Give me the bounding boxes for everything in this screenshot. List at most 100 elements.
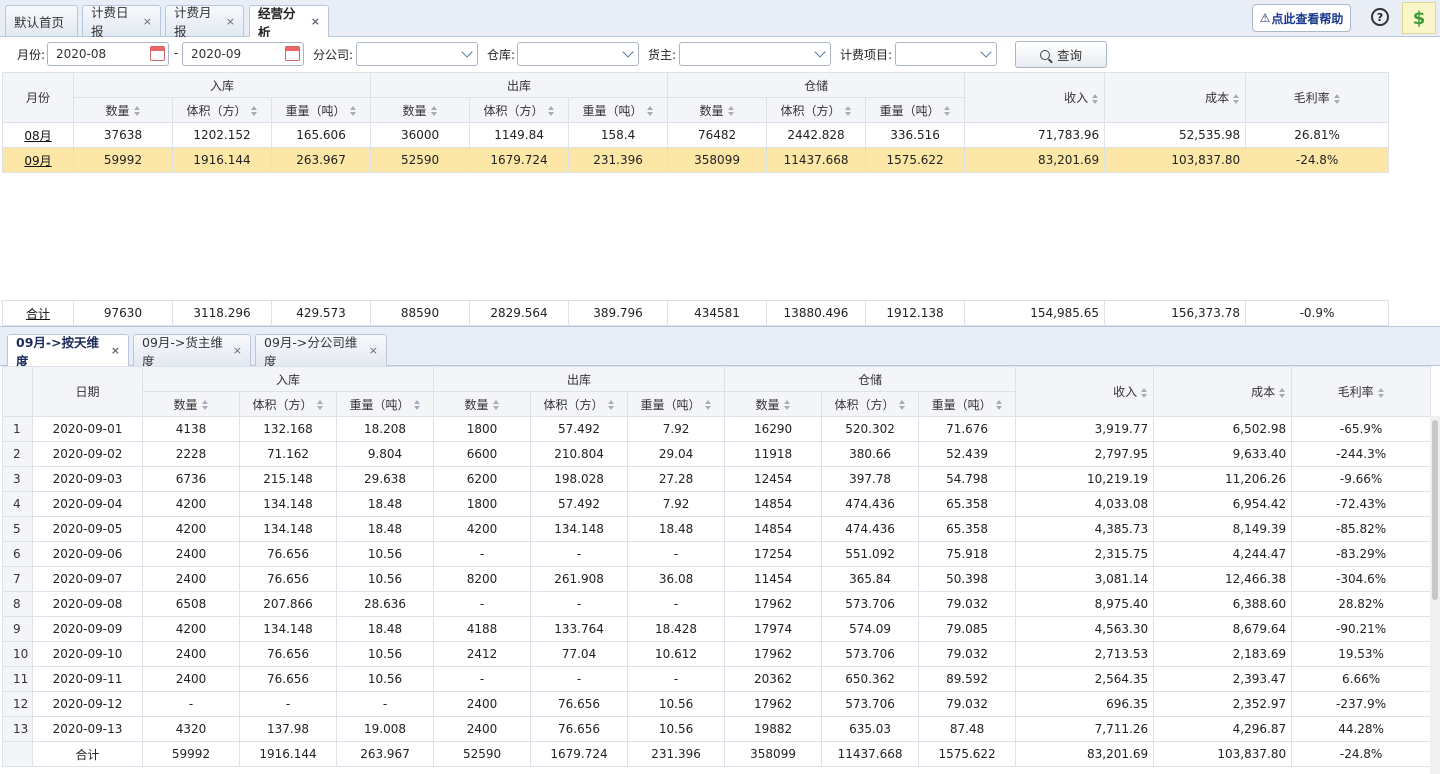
sort-icon[interactable] bbox=[201, 400, 209, 410]
cell-cost: 9,633.40 bbox=[1153, 441, 1293, 467]
margin-header[interactable]: 毛利率 bbox=[1291, 366, 1432, 417]
scrollbar-thumb[interactable] bbox=[1432, 420, 1438, 600]
sort-icon[interactable] bbox=[1279, 387, 1286, 398]
tab-business-analysis[interactable]: 经营分析 × bbox=[249, 5, 329, 40]
sort-icon[interactable] bbox=[492, 400, 500, 410]
table-row[interactable]: 09月 59992 1916.144 263.967 52590 1679.724 231.… bbox=[2, 147, 1390, 173]
table-row[interactable]: 10 2020-09-10 2400 76.656 10.56 2412 77.04 10.6… bbox=[2, 641, 1432, 667]
table-row[interactable]: 12 2020-09-12- - -2400 76.656 10.56 17962 573.7… bbox=[2, 691, 1432, 717]
table-row[interactable]: 08月 37638 1202.152 165.606 36000 1149.84 158.4… bbox=[2, 122, 1390, 148]
branch-select[interactable] bbox=[356, 42, 478, 66]
sub-header-wt[interactable]: 重量（吨） bbox=[627, 391, 726, 417]
sort-icon[interactable] bbox=[430, 106, 438, 116]
cell-out_qty: 4188 bbox=[433, 616, 532, 642]
sort-icon[interactable] bbox=[1333, 93, 1341, 104]
sort-icon[interactable] bbox=[646, 106, 654, 116]
margin-header[interactable]: 毛利率 bbox=[1245, 72, 1390, 123]
close-icon[interactable]: × bbox=[226, 15, 235, 28]
total-label[interactable]: 合计 bbox=[26, 307, 50, 321]
sort-icon[interactable] bbox=[1092, 93, 1099, 104]
sort-icon[interactable] bbox=[547, 106, 555, 116]
calendar-icon[interactable] bbox=[150, 46, 165, 61]
sort-icon[interactable] bbox=[844, 106, 852, 116]
sort-icon[interactable] bbox=[349, 106, 357, 116]
month-link[interactable]: 08月 bbox=[24, 129, 51, 143]
sub-header-wt[interactable]: 重量（吨） bbox=[335, 391, 435, 417]
sort-icon[interactable] bbox=[943, 106, 951, 116]
tab-daily-dimension[interactable]: 09月->按天维度 × bbox=[7, 334, 129, 369]
sort-icon[interactable] bbox=[898, 400, 906, 410]
tab-branch-dimension[interactable]: 09月->分公司维度 × bbox=[255, 334, 387, 369]
sort-icon[interactable] bbox=[607, 400, 615, 410]
cell-out_qty: 2400 bbox=[433, 716, 532, 742]
sub-header-vol[interactable]: 体积（方） bbox=[239, 391, 337, 417]
sort-icon[interactable] bbox=[704, 400, 712, 410]
query-button[interactable]: 查询 bbox=[1015, 41, 1107, 68]
income-header[interactable]: 收入 bbox=[1015, 366, 1155, 417]
sub-header-vol[interactable]: 体积（方） bbox=[469, 97, 570, 123]
billing-item-select[interactable] bbox=[895, 42, 997, 66]
tab-owner-dimension[interactable]: 09月->货主维度 × bbox=[133, 334, 251, 369]
sort-icon[interactable] bbox=[413, 400, 421, 410]
question-icon[interactable]: ? bbox=[1371, 8, 1389, 26]
sub-header-qty[interactable]: 数量 bbox=[73, 97, 173, 123]
sub-header-qty[interactable]: 数量 bbox=[433, 391, 532, 417]
table-row[interactable]: 6 2020-09-06 2400 76.656 10.56- - -17254 551.09… bbox=[2, 541, 1432, 567]
sort-icon[interactable] bbox=[316, 400, 324, 410]
calendar-icon[interactable] bbox=[285, 46, 300, 61]
close-icon[interactable]: × bbox=[143, 15, 152, 28]
sub-header-wt[interactable]: 重量（吨） bbox=[918, 391, 1017, 417]
income-header[interactable]: 收入 bbox=[964, 72, 1106, 123]
sub-header-qty[interactable]: 数量 bbox=[370, 97, 471, 123]
sort-icon[interactable] bbox=[727, 106, 735, 116]
sub-header-qty[interactable]: 数量 bbox=[724, 391, 823, 417]
close-icon[interactable]: × bbox=[369, 344, 378, 357]
table-row[interactable]: 3 2020-09-03 6736 215.148 29.638 6200 198.028 2… bbox=[2, 466, 1432, 492]
cost-header[interactable]: 成本 bbox=[1153, 366, 1293, 417]
tab-monthly-report[interactable]: 计费月报 × bbox=[165, 5, 244, 39]
table-row[interactable]: 1 2020-09-01 4138 132.168 18.208 1800 57.492 7.… bbox=[2, 416, 1432, 442]
tab-home[interactable]: 默认首页 bbox=[5, 5, 78, 36]
money-icon[interactable]: $ bbox=[1402, 2, 1436, 34]
sort-icon[interactable] bbox=[1141, 387, 1148, 398]
sub-header-vol[interactable]: 体积（方） bbox=[530, 391, 629, 417]
month-from-input[interactable]: 2020-08 bbox=[47, 42, 169, 66]
table-row[interactable]: 5 2020-09-05 4200 134.148 18.48 4200 134.148 18… bbox=[2, 516, 1432, 542]
owner-select[interactable] bbox=[679, 42, 831, 66]
month-link[interactable]: 09月 bbox=[24, 154, 51, 168]
sort-icon[interactable] bbox=[783, 400, 791, 410]
cost-header[interactable]: 成本 bbox=[1104, 72, 1247, 123]
sort-icon[interactable] bbox=[133, 106, 141, 116]
cell-out_qty: 2412 bbox=[433, 641, 532, 667]
help-button[interactable]: ⚠ 点此查看帮助 bbox=[1252, 4, 1351, 32]
table-row[interactable]: 11 2020-09-11 2400 76.656 10.56- - -20362 650.3… bbox=[2, 666, 1432, 692]
sub-header-wt[interactable]: 重量（吨） bbox=[865, 97, 966, 123]
sub-header-vol[interactable]: 体积（方） bbox=[172, 97, 272, 123]
warehouse-select[interactable] bbox=[517, 42, 639, 66]
close-icon[interactable]: × bbox=[111, 344, 120, 357]
cell-out_vol: - bbox=[530, 591, 629, 617]
total-cell: 合计 bbox=[2, 300, 74, 326]
table-row[interactable]: 2 2020-09-02 2228 71.162 9.804 6600 210.804 29.… bbox=[2, 441, 1432, 467]
table-row[interactable]: 8 2020-09-08 6508 207.866 28.636- - -17962 573.… bbox=[2, 591, 1432, 617]
close-icon[interactable]: × bbox=[233, 344, 242, 357]
sort-icon[interactable] bbox=[1233, 93, 1240, 104]
sub-header-wt[interactable]: 重量（吨） bbox=[568, 97, 669, 123]
table-row[interactable]: 7 2020-09-07 2400 76.656 10.56 8200 261.908 36.… bbox=[2, 566, 1432, 592]
sub-header-vol[interactable]: 体积（方） bbox=[821, 391, 920, 417]
sub-header-wt[interactable]: 重量（吨） bbox=[270, 97, 372, 123]
sub-header-qty[interactable]: 数量 bbox=[142, 391, 240, 417]
month-to-input[interactable]: 2020-09 bbox=[182, 42, 304, 66]
table-row[interactable]: 9 2020-09-09 4200 134.148 18.48 4188 133.764 18… bbox=[2, 616, 1432, 642]
cell-in_qty: 4200 bbox=[142, 491, 240, 517]
sort-icon[interactable] bbox=[1377, 387, 1385, 398]
tab-daily-report[interactable]: 计费日报 × bbox=[82, 5, 161, 39]
cell-income: 2,564.35 bbox=[1015, 666, 1155, 692]
sub-header-vol[interactable]: 体积（方） bbox=[766, 97, 867, 123]
sub-header-qty[interactable]: 数量 bbox=[667, 97, 768, 123]
table-row[interactable]: 4 2020-09-04 4200 134.148 18.48 1800 57.492 7.9… bbox=[2, 491, 1432, 517]
sort-icon[interactable] bbox=[250, 106, 258, 116]
close-icon[interactable]: × bbox=[311, 15, 320, 28]
sort-icon[interactable] bbox=[995, 400, 1003, 410]
table-row[interactable]: 13 2020-09-13 4320 137.98 19.008 2400 76.656 10… bbox=[2, 716, 1432, 742]
